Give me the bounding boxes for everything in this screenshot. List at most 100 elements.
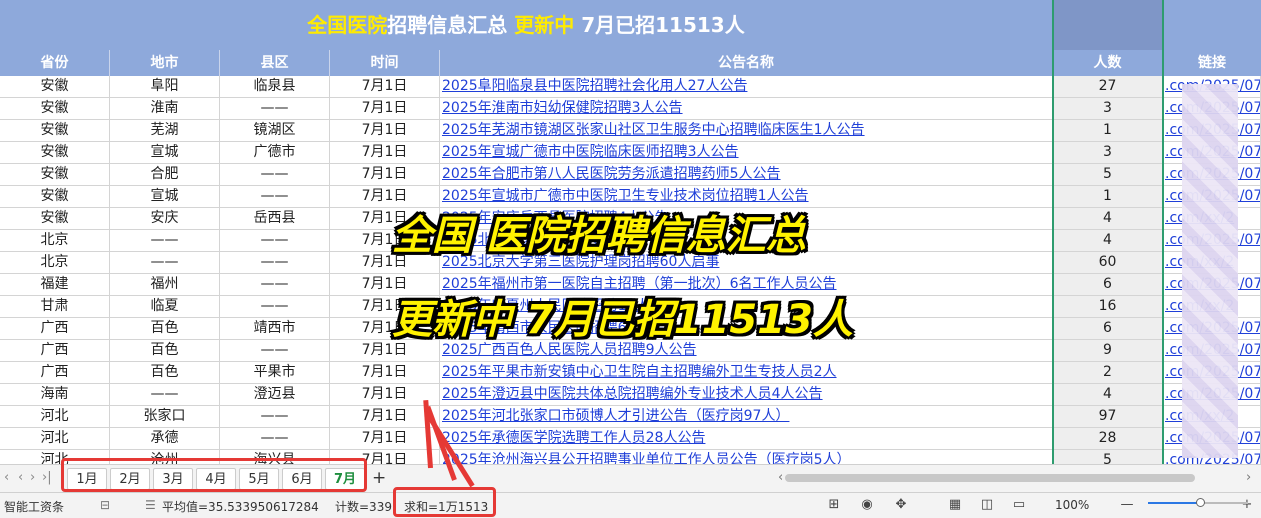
scroll-right-icon[interactable]: ›: [1246, 470, 1251, 485]
cell-count[interactable]: 6: [1053, 318, 1163, 339]
cell-announcement-link[interactable]: 2025年合肥市第八人民医院劳务派遣招聘药师5人公告: [440, 164, 1053, 185]
cell-province[interactable]: 海南: [0, 384, 110, 405]
cell-province[interactable]: 安徽: [0, 76, 110, 97]
center-icon[interactable]: ✥: [892, 496, 910, 514]
cell-city[interactable]: 百色: [110, 362, 220, 383]
header-date[interactable]: 时间: [330, 50, 440, 76]
cell-city[interactable]: 阜阳: [110, 76, 220, 97]
cell-province[interactable]: 广西: [0, 362, 110, 383]
header-count[interactable]: 人数: [1053, 50, 1163, 76]
cell-date[interactable]: 7月1日: [330, 120, 440, 141]
cell-city[interactable]: 安庆: [110, 208, 220, 229]
cell-city[interactable]: ——: [110, 230, 220, 251]
cell-city[interactable]: 承德: [110, 428, 220, 449]
scroll-left-icon[interactable]: ‹: [778, 470, 783, 485]
cell-county[interactable]: 澄迈县: [220, 384, 330, 405]
cell-count[interactable]: 5: [1053, 164, 1163, 185]
cell-date[interactable]: 7月1日: [330, 428, 440, 449]
page-break-icon[interactable]: ▭: [1010, 496, 1028, 514]
cell-county[interactable]: ——: [220, 274, 330, 295]
cell-city[interactable]: 百色: [110, 340, 220, 361]
add-sheet-button[interactable]: +: [372, 468, 386, 488]
cell-province[interactable]: 安徽: [0, 120, 110, 141]
cell-announcement-link[interactable]: 2025年河北张家口市硕博人才引进公告（医疗岗97人）: [440, 406, 1053, 427]
cell-city[interactable]: 芜湖: [110, 120, 220, 141]
cell-count[interactable]: 6: [1053, 274, 1163, 295]
cell-count[interactable]: 9: [1053, 340, 1163, 361]
cell-count[interactable]: 60: [1053, 252, 1163, 273]
header-province[interactable]: 省份: [0, 50, 110, 76]
cell-province[interactable]: 甘肃: [0, 296, 110, 317]
cell-city[interactable]: ——: [110, 252, 220, 273]
cell-province[interactable]: 安徽: [0, 208, 110, 229]
zoom-level[interactable]: 100%: [1055, 498, 1089, 512]
cell-count[interactable]: 97: [1053, 406, 1163, 427]
cell-county[interactable]: ——: [220, 230, 330, 251]
cell-county[interactable]: 镜湖区: [220, 120, 330, 141]
cell-city[interactable]: 百色: [110, 318, 220, 339]
zoom-slider-knob[interactable]: [1196, 498, 1205, 507]
header-city[interactable]: 地市: [110, 50, 220, 76]
cell-city[interactable]: 合肥: [110, 164, 220, 185]
cell-city[interactable]: ——: [110, 384, 220, 405]
cell-city[interactable]: 宣城: [110, 186, 220, 207]
cell-count[interactable]: 27: [1053, 76, 1163, 97]
horizontal-scrollbar[interactable]: [785, 474, 1195, 482]
cell-announcement-link[interactable]: 2025年澄迈县中医院共体总院招聘编外专业技术人员4人公告: [440, 384, 1053, 405]
cell-count[interactable]: 16: [1053, 296, 1163, 317]
cell-county[interactable]: 岳西县: [220, 208, 330, 229]
status-app-name[interactable]: 智能工资条: [4, 498, 64, 515]
zoom-in-icon[interactable]: +: [1238, 496, 1256, 514]
cell-county[interactable]: ——: [220, 252, 330, 273]
cell-count[interactable]: 2: [1053, 362, 1163, 383]
cell-date[interactable]: 7月1日: [330, 142, 440, 163]
cell-date[interactable]: 7月1日: [330, 362, 440, 383]
cell-county[interactable]: 靖西市: [220, 318, 330, 339]
cell-count[interactable]: 3: [1053, 142, 1163, 163]
cell-county[interactable]: ——: [220, 406, 330, 427]
cell-province[interactable]: 北京: [0, 230, 110, 251]
zoom-out-icon[interactable]: —: [1118, 496, 1136, 514]
cell-county[interactable]: ——: [220, 340, 330, 361]
cell-county[interactable]: ——: [220, 186, 330, 207]
cell-count[interactable]: 28: [1053, 428, 1163, 449]
selected-title-cell[interactable]: [1053, 0, 1163, 50]
cell-province[interactable]: 安徽: [0, 98, 110, 119]
layout-icon[interactable]: ⊞: [825, 496, 843, 514]
cell-province[interactable]: 福建: [0, 274, 110, 295]
cell-province[interactable]: 安徽: [0, 186, 110, 207]
cell-city[interactable]: 临夏: [110, 296, 220, 317]
cell-province[interactable]: 安徽: [0, 164, 110, 185]
cell-county[interactable]: ——: [220, 98, 330, 119]
cell-announcement-link[interactable]: 2025年淮南市妇幼保健院招聘3人公告: [440, 98, 1053, 119]
cell-date[interactable]: 7月1日: [330, 76, 440, 97]
cell-city[interactable]: 福州: [110, 274, 220, 295]
page-layout-icon[interactable]: ◫: [978, 496, 996, 514]
cell-county[interactable]: 临泉县: [220, 76, 330, 97]
cell-province[interactable]: 广西: [0, 318, 110, 339]
cell-province[interactable]: 广西: [0, 340, 110, 361]
cell-province[interactable]: 河北: [0, 406, 110, 427]
cell-count[interactable]: 4: [1053, 208, 1163, 229]
cell-county[interactable]: ——: [220, 296, 330, 317]
cell-city[interactable]: 宣城: [110, 142, 220, 163]
sheet-title[interactable]: 全国医院招聘信息汇总 更新中 7月已招11513人: [0, 0, 1052, 50]
cell-count[interactable]: 5: [1053, 450, 1163, 464]
cell-date[interactable]: 7月1日: [330, 98, 440, 119]
status-app-icon[interactable]: ⊟: [100, 498, 110, 512]
cell-city[interactable]: 淮南: [110, 98, 220, 119]
first-sheet-icon[interactable]: ‹: [4, 470, 9, 485]
cell-date[interactable]: 7月1日: [330, 164, 440, 185]
status-average[interactable]: 平均值=35.533950617284: [162, 498, 319, 515]
cell-county[interactable]: 广德市: [220, 142, 330, 163]
cell-city[interactable]: 张家口: [110, 406, 220, 427]
normal-view-icon[interactable]: ▦: [946, 496, 964, 514]
cell-announcement-link[interactable]: 2025年承德医学院选聘工作人员28人公告: [440, 428, 1053, 449]
cell-count[interactable]: 3: [1053, 98, 1163, 119]
header-link[interactable]: 链接: [1163, 50, 1261, 76]
cell-province[interactable]: 安徽: [0, 142, 110, 163]
cell-count[interactable]: 1: [1053, 186, 1163, 207]
eye-icon[interactable]: ◉: [858, 496, 876, 514]
cell-province[interactable]: 北京: [0, 252, 110, 273]
cell-county[interactable]: ——: [220, 428, 330, 449]
